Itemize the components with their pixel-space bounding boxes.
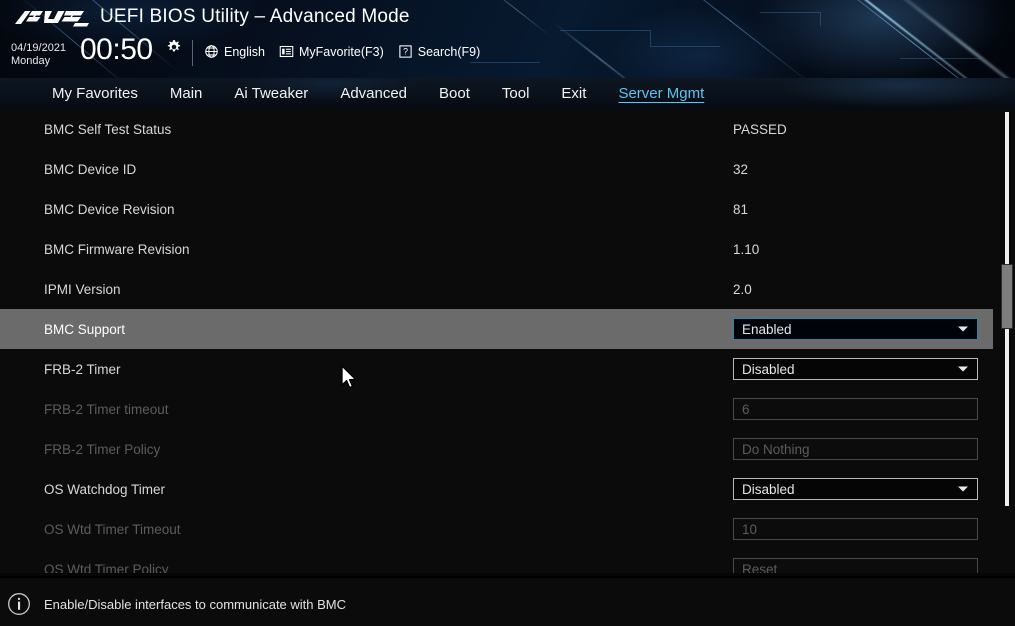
setting-label: BMC Device ID xyxy=(44,161,137,177)
setting-value: 81 xyxy=(733,201,749,217)
decorative-streak xyxy=(479,0,551,37)
settings-panel: BMC Self Test Status PASSED BMC Device ID 3… xyxy=(0,109,1015,576)
myfavorite-label: MyFavorite(F3) xyxy=(299,44,384,59)
tab-list: My Favorites Main Ai Tweaker Advanced Boot To… xyxy=(0,78,1015,109)
system-time: 00:50 xyxy=(80,33,153,66)
header-bar: UEFI BIOS Utility – Advanced Mode 04/19/… xyxy=(0,0,1015,78)
tab-ai-tweaker[interactable]: Ai Tweaker xyxy=(218,78,324,109)
system-date: 04/19/2021 Monday xyxy=(11,42,66,68)
chevron-down-icon xyxy=(958,366,968,372)
list-icon xyxy=(279,44,294,59)
language-label: English xyxy=(224,44,265,59)
setting-textbox: 6 xyxy=(733,398,978,420)
setting-label: BMC Device Revision xyxy=(44,201,175,217)
tab-main[interactable]: Main xyxy=(154,78,219,109)
tab-boot[interactable]: Boot xyxy=(423,78,486,109)
setting-dropdown[interactable]: Disabled xyxy=(733,358,978,380)
weekday-value: Monday xyxy=(11,55,51,67)
tab-server-mgmt[interactable]: Server Mgmt xyxy=(602,78,720,109)
globe-icon xyxy=(204,44,219,59)
setting-label: OS Watchdog Timer xyxy=(44,481,166,497)
setting-value: Disabled xyxy=(742,481,795,497)
settings-row: BMC Device Revision 81 xyxy=(0,189,1015,229)
search-button[interactable]: ? Search(F9) xyxy=(398,44,481,59)
tab-my-favorites[interactable]: My Favorites xyxy=(36,78,154,109)
help-text: Enable/Disable interfaces to communicate… xyxy=(44,597,347,612)
settings-row[interactable]: BMC Support Enabled xyxy=(0,309,993,349)
setting-label: OS Wtd Timer Timeout xyxy=(44,521,181,537)
tab-tool[interactable]: Tool xyxy=(486,78,546,109)
gear-icon[interactable] xyxy=(166,39,182,55)
setting-dropdown[interactable]: Enabled xyxy=(733,318,978,340)
question-icon: ? xyxy=(398,44,413,59)
setting-label: BMC Support xyxy=(44,321,126,337)
chevron-down-icon xyxy=(958,326,968,332)
setting-label: IPMI Version xyxy=(44,281,121,297)
setting-textbox: Do Nothing xyxy=(733,438,978,460)
header-tools: English MyFavorite(F3) ? Search(F9) xyxy=(204,44,480,59)
asus-logo xyxy=(14,8,90,30)
language-selector[interactable]: English xyxy=(204,44,265,59)
setting-label: FRB-2 Timer timeout xyxy=(44,401,169,417)
tab-exit[interactable]: Exit xyxy=(545,78,602,109)
scrollbar-thumb[interactable] xyxy=(1001,264,1013,329)
settings-row: IPMI Version 2.0 xyxy=(0,269,1015,309)
setting-value: 1.10 xyxy=(733,241,760,257)
setting-value: Enabled xyxy=(742,321,792,337)
settings-row[interactable]: FRB-2 Timer Policy Do Nothing xyxy=(0,429,1015,469)
circuit-trace xyxy=(650,30,651,46)
setting-value: PASSED xyxy=(733,121,787,137)
settings-row: BMC Firmware Revision 1.10 xyxy=(0,229,1015,269)
settings-rows: BMC Self Test Status PASSED BMC Device ID 3… xyxy=(0,109,1015,576)
settings-row: BMC Self Test Status PASSED xyxy=(0,109,1015,149)
bios-window: UEFI BIOS Utility – Advanced Mode 04/19/… xyxy=(0,0,1015,626)
search-label: Search(F9) xyxy=(417,44,481,59)
circuit-trace xyxy=(650,46,720,47)
header-divider xyxy=(192,40,193,66)
setting-label: BMC Firmware Revision xyxy=(44,241,190,257)
circuit-trace xyxy=(470,62,540,63)
main-navigation: My Favorites Main Ai Tweaker Advanced Boot To… xyxy=(0,78,1015,109)
date-value: 04/19/2021 xyxy=(11,42,67,54)
settings-row: BMC Device ID 32 xyxy=(0,149,1015,189)
myfavorite-button[interactable]: MyFavorite(F3) xyxy=(279,44,384,59)
settings-row[interactable]: OS Wtd Timer Timeout 10 xyxy=(0,509,1015,549)
decorative-streak xyxy=(866,0,1015,78)
settings-row[interactable]: OS Watchdog Timer Disabled xyxy=(0,469,1015,509)
setting-label: BMC Self Test Status xyxy=(44,121,172,137)
setting-value: 6 xyxy=(742,401,750,417)
setting-label: FRB-2 Timer xyxy=(44,361,121,377)
footer-help-bar: Enable/Disable interfaces to communicate… xyxy=(0,573,1015,626)
setting-value: 10 xyxy=(742,521,758,537)
circuit-trace xyxy=(820,12,821,26)
setting-value: 2.0 xyxy=(733,281,752,297)
settings-row[interactable]: FRB-2 Timer timeout 6 xyxy=(0,389,1015,429)
setting-value: Do Nothing xyxy=(742,441,810,457)
setting-value: Disabled xyxy=(742,361,795,377)
svg-text:?: ? xyxy=(403,47,408,57)
setting-dropdown[interactable]: Disabled xyxy=(733,478,978,500)
setting-textbox: 10 xyxy=(733,518,978,540)
chevron-down-icon xyxy=(958,486,968,492)
setting-label: FRB-2 Timer Policy xyxy=(44,441,161,457)
circuit-trace xyxy=(560,30,650,31)
setting-value: 32 xyxy=(733,161,749,177)
circuit-trace xyxy=(760,12,820,13)
settings-row[interactable]: FRB-2 Timer Disabled xyxy=(0,349,1015,389)
decorative-streak xyxy=(791,0,1015,78)
page-title: UEFI BIOS Utility – Advanced Mode xyxy=(100,6,410,27)
circuit-trace xyxy=(900,58,980,59)
tab-advanced[interactable]: Advanced xyxy=(324,78,423,109)
settings-row[interactable]: OS Wtd Timer Policy Reset xyxy=(0,549,1015,576)
info-icon xyxy=(7,592,31,616)
